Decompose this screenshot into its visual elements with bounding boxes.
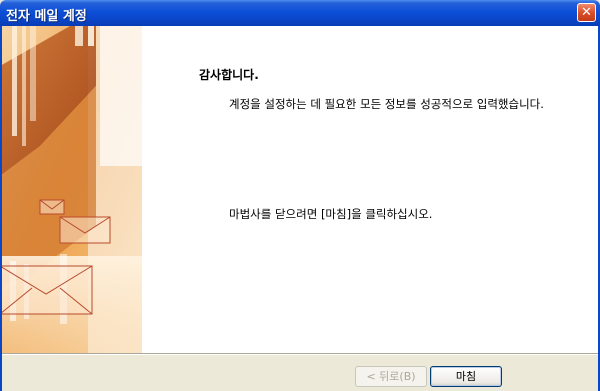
window-title: 전자 메일 계정 [6,9,87,24]
close-button[interactable]: ✕ [577,3,596,22]
window-frame-left [0,26,2,391]
finish-button[interactable]: 마침 [430,366,502,387]
email-account-wizard-window: 전자 메일 계정 ✕ 감사합니다. 계정을 설정하는 데 필요한 모든 정보를 … [0,0,600,391]
completion-message: 계정을 설정하는 데 필요한 모든 정보를 성공적으로 입력했습니다. [229,97,544,111]
wizard-body: 감사합니다. 계정을 설정하는 데 필요한 모든 정보를 성공적으로 입력했습니… [0,26,600,353]
wizard-content: 감사합니다. 계정을 설정하는 데 필요한 모든 정보를 성공적으로 입력했습니… [142,26,600,353]
back-button[interactable]: < 뒤로(B) [355,366,427,387]
close-icon: ✕ [581,5,592,20]
wizard-footer: < 뒤로(B) 마침 [0,355,600,391]
envelope-wizard-art [0,26,142,353]
title-bar[interactable]: 전자 메일 계정 ✕ [0,0,600,26]
envelope-art-graphic [0,26,142,353]
finish-instruction: 마법사를 닫으려면 [마침]을 클릭하십시오. [229,207,433,221]
completion-heading: 감사합니다. [199,68,259,82]
